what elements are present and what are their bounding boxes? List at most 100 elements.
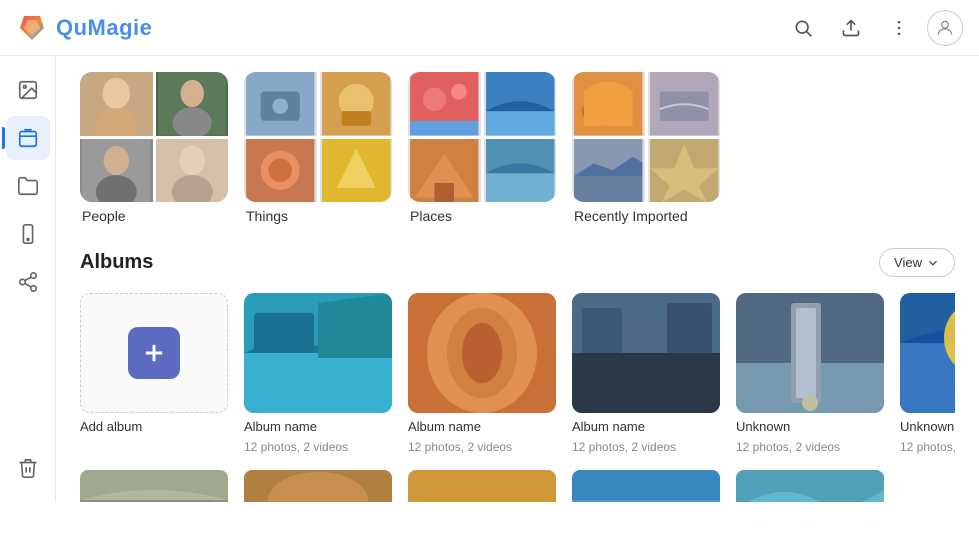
category-recently-imported-label: Recently Imported [572, 208, 720, 224]
trash-icon [17, 457, 39, 479]
albums-title: Albums [80, 251, 153, 274]
people-img-1 [80, 72, 153, 136]
album-item-2[interactable]: Album name 12 photos, 2 videos [408, 293, 556, 454]
folder-icon [17, 175, 39, 197]
category-cell [484, 139, 557, 203]
sidebar-item-share[interactable] [6, 260, 50, 304]
app-name: QuMagie [56, 15, 152, 41]
album-meta-1: 12 photos, 2 videos [244, 440, 392, 454]
album-meta-4: 12 photos, 2 videos [736, 440, 884, 454]
view-label: View [894, 255, 922, 270]
category-places-label: Places [408, 208, 556, 224]
people-img-2 [156, 72, 229, 136]
things-img-2 [320, 72, 393, 136]
category-places-grid [408, 72, 556, 202]
avatar-button[interactable] [927, 10, 963, 46]
strip-img-4 [572, 470, 720, 502]
album-cover-2 [408, 293, 556, 413]
sidebar-item-photos[interactable] [6, 68, 50, 112]
category-cell [572, 72, 645, 136]
category-recently-imported-grid [572, 72, 720, 202]
main-content: People [56, 56, 979, 502]
category-people[interactable]: People [80, 72, 228, 224]
album-name-2: Album name [408, 419, 556, 434]
album-img-5 [900, 293, 955, 413]
header: QuMagie [0, 0, 979, 56]
album-meta-2: 12 photos, 2 videos [408, 440, 556, 454]
category-cell [156, 72, 229, 136]
category-cell [244, 139, 317, 203]
more-icon [889, 18, 909, 38]
category-cell [572, 139, 645, 203]
more-options-button[interactable] [879, 8, 919, 48]
strip-item-5[interactable] [736, 470, 884, 502]
share-icon [17, 271, 39, 293]
album-cover-3 [572, 293, 720, 413]
add-album-cover [80, 293, 228, 413]
category-cell [320, 72, 393, 136]
plus-icon [140, 339, 168, 367]
things-img-4 [320, 139, 393, 203]
upload-button[interactable] [831, 8, 871, 48]
strip-img-1 [80, 470, 228, 502]
mobile-icon [17, 223, 39, 245]
recent-img-2 [648, 72, 721, 136]
album-meta-3: 12 photos, 2 videos [572, 440, 720, 454]
add-album-icon [128, 327, 180, 379]
strip-img-5 [736, 470, 884, 502]
places-img-2 [484, 72, 557, 136]
album-img-1 [244, 293, 392, 413]
chevron-down-icon [926, 256, 940, 270]
category-cell [244, 72, 317, 136]
category-things-grid [244, 72, 392, 202]
recent-img-3 [572, 139, 645, 203]
sidebar-item-albums[interactable] [6, 116, 50, 160]
albums-grid: Add album Album name 12 photos, 2 videos [80, 293, 955, 454]
search-button[interactable] [783, 8, 823, 48]
places-img-4 [484, 139, 557, 203]
album-cover-5 [900, 293, 955, 413]
category-things[interactable]: Things [244, 72, 392, 224]
album-img-3 [572, 293, 720, 413]
category-places[interactable]: Places [408, 72, 556, 224]
category-cell [156, 139, 229, 203]
avatar-icon [935, 18, 955, 38]
strip-item-3[interactable] [408, 470, 556, 502]
album-meta-5: 12 photos, 2 videos [900, 440, 955, 454]
category-things-label: Things [244, 208, 392, 224]
album-name-5: Unknown [900, 419, 955, 434]
photos-icon [17, 79, 39, 101]
strip-item-1[interactable] [80, 470, 228, 502]
album-item-5[interactable]: Unknown 12 photos, 2 videos [900, 293, 955, 454]
category-recently-imported[interactable]: Recently Imported [572, 72, 720, 224]
categories-section: People [80, 72, 955, 224]
album-name-4: Unknown [736, 419, 884, 434]
view-button[interactable]: View [879, 248, 955, 277]
logo: QuMagie [16, 12, 152, 44]
search-icon [793, 18, 813, 38]
strip-img-3 [408, 470, 556, 502]
people-img-3 [80, 139, 153, 203]
sidebar-item-trash[interactable] [6, 446, 50, 490]
album-img-4 [736, 293, 884, 413]
strip-item-2[interactable] [244, 470, 392, 502]
album-item-4[interactable]: Unknown 12 photos, 2 videos [736, 293, 884, 454]
sidebar [0, 56, 56, 502]
sidebar-item-folders[interactable] [6, 164, 50, 208]
things-img-1 [244, 72, 317, 136]
add-album-item[interactable]: Add album [80, 293, 228, 454]
category-cell [408, 139, 481, 203]
sidebar-bottom [6, 446, 50, 490]
category-cell [320, 139, 393, 203]
album-item-1[interactable]: Album name 12 photos, 2 videos [244, 293, 392, 454]
bottom-strip [80, 470, 955, 502]
places-img-3 [408, 139, 481, 203]
sidebar-item-mobile[interactable] [6, 212, 50, 256]
category-cell [648, 72, 721, 136]
album-cover-4 [736, 293, 884, 413]
category-cell [648, 139, 721, 203]
album-name-1: Album name [244, 419, 392, 434]
strip-item-4[interactable] [572, 470, 720, 502]
album-item-3[interactable]: Album name 12 photos, 2 videos [572, 293, 720, 454]
category-people-grid [80, 72, 228, 202]
